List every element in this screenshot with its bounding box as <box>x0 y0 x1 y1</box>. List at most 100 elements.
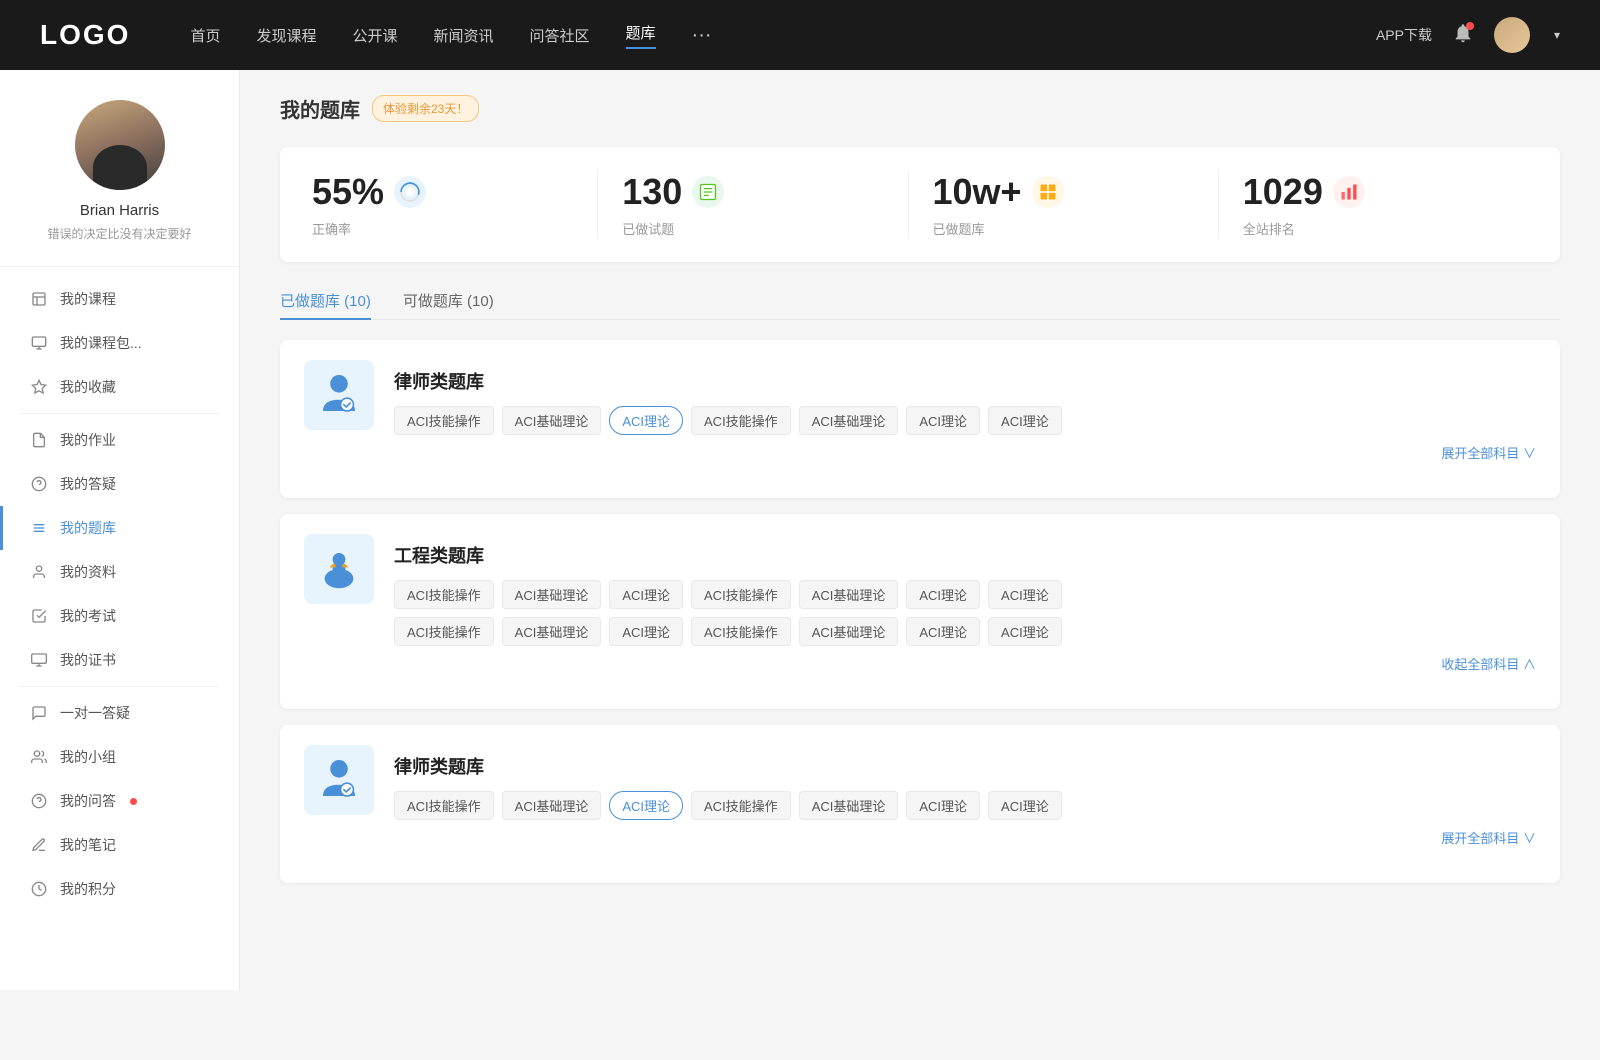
tab-done-banks[interactable]: 已做题库 (10) <box>280 282 371 319</box>
sidebar-divider-2 <box>20 686 219 687</box>
tag-lawyer2-1[interactable]: ACI基础理论 <box>502 791 602 820</box>
sidebar-label-cert: 我的证书 <box>60 650 116 670</box>
tag-lawyer-1-5[interactable]: ACI理论 <box>906 406 980 435</box>
sidebar-item-points[interactable]: 我的积分 <box>0 867 239 911</box>
nav-qa[interactable]: 问答社区 <box>530 25 590 46</box>
stats-card: 55% 正确率 130 <box>280 147 1560 262</box>
tag-lawyer-1-3[interactable]: ACI技能操作 <box>691 406 791 435</box>
tags-section-lawyer-1: 律师类题库 ACI技能操作 ACI基础理论 ACI理论 ACI技能操作 ACI基… <box>394 360 1536 462</box>
user-menu-chevron[interactable]: ▾ <box>1554 28 1560 42</box>
tabs-row: 已做题库 (10) 可做题库 (10) <box>280 282 1560 320</box>
tags-section-lawyer-2: 律师类题库 ACI技能操作 ACI基础理论 ACI理论 ACI技能操作 ACI基… <box>394 745 1536 847</box>
sidebar-item-note[interactable]: 我的笔记 <box>0 823 239 867</box>
tag-eng-8[interactable]: ACI基础理论 <box>502 617 602 646</box>
tag-eng-3[interactable]: ACI技能操作 <box>691 580 791 609</box>
star-icon <box>30 378 48 396</box>
stat-done-questions-label: 已做试题 <box>622 219 674 238</box>
collapse-link-engineer[interactable]: 收起全部科目 ∧ <box>394 654 1536 673</box>
sidebar-item-cert[interactable]: 我的证书 <box>0 638 239 682</box>
sidebar-label-course: 我的课程 <box>60 289 116 309</box>
profile-icon <box>30 563 48 581</box>
tag-eng-5[interactable]: ACI理论 <box>906 580 980 609</box>
qa-icon <box>30 792 48 810</box>
tag-lawyer-1-1[interactable]: ACI基础理论 <box>502 406 602 435</box>
sidebar-item-homework[interactable]: 我的作业 <box>0 418 239 462</box>
qbank-card-lawyer-1: 律师类题库 ACI技能操作 ACI基础理论 ACI理论 ACI技能操作 ACI基… <box>280 340 1560 498</box>
user-avatar-header[interactable] <box>1494 17 1530 53</box>
stat-done-banks-label: 已做题库 <box>933 219 985 238</box>
stat-done-banks-number: 10w+ <box>933 171 1022 213</box>
points-icon <box>30 880 48 898</box>
tag-lawyer-1-6[interactable]: ACI理论 <box>988 406 1062 435</box>
tag-lawyer-1-2[interactable]: ACI理论 <box>609 406 683 435</box>
qbank-header-engineer: 工程类题库 ACI技能操作 ACI基础理论 ACI理论 ACI技能操作 ACI基… <box>304 534 1536 673</box>
nav-open-course[interactable]: 公开课 <box>352 25 397 46</box>
stat-done-banks-top: 10w+ <box>933 171 1064 213</box>
tag-eng-13[interactable]: ACI理论 <box>988 617 1062 646</box>
tag-eng-0[interactable]: ACI技能操作 <box>394 580 494 609</box>
sidebar-item-package[interactable]: 我的课程包... <box>0 321 239 365</box>
sidebar-item-bank[interactable]: 我的题库 <box>0 506 239 550</box>
page-layout: Brian Harris 错误的决定比没有决定要好 我的课程 我的课程包... <box>0 70 1600 990</box>
nav-home[interactable]: 首页 <box>190 25 220 46</box>
tag-lawyer2-6[interactable]: ACI理论 <box>988 791 1062 820</box>
qa-notification-dot <box>130 798 137 805</box>
sidebar-item-exam[interactable]: 我的考试 <box>0 594 239 638</box>
nav: 首页 发现课程 公开课 新闻资讯 问答社区 题库 ··· <box>190 22 1376 49</box>
sidebar-item-oneone[interactable]: 一对一答疑 <box>0 691 239 735</box>
sidebar-item-course[interactable]: 我的课程 <box>0 277 239 321</box>
sidebar-label-qa: 我的问答 <box>60 791 116 811</box>
sidebar-item-profile[interactable]: 我的资料 <box>0 550 239 594</box>
tag-lawyer-1-4[interactable]: ACI基础理论 <box>799 406 899 435</box>
grid-icon <box>1038 182 1058 202</box>
notification-bell[interactable] <box>1452 22 1474 49</box>
tag-lawyer2-5[interactable]: ACI理论 <box>906 791 980 820</box>
nav-discover[interactable]: 发现课程 <box>256 25 316 46</box>
tag-eng-7[interactable]: ACI技能操作 <box>394 617 494 646</box>
tag-eng-9[interactable]: ACI理论 <box>609 617 683 646</box>
nav-more[interactable]: ··· <box>692 24 712 47</box>
sidebar-item-group[interactable]: 我的小组 <box>0 735 239 779</box>
exam-icon <box>30 607 48 625</box>
ranking-icon-wrap <box>1333 176 1365 208</box>
tag-lawyer2-2[interactable]: ACI理论 <box>609 791 683 820</box>
app-download-button[interactable]: APP下载 <box>1376 25 1432 45</box>
tab-available-banks[interactable]: 可做题库 (10) <box>403 282 494 319</box>
sidebar-item-favorites[interactable]: 我的收藏 <box>0 365 239 409</box>
user-motto: 错误的决定比没有决定要好 <box>47 225 191 242</box>
notification-dot <box>1466 22 1474 30</box>
tags-row-engineer-2: ACI技能操作 ACI基础理论 ACI理论 ACI技能操作 ACI基础理论 AC… <box>394 617 1536 646</box>
tag-lawyer2-0[interactable]: ACI技能操作 <box>394 791 494 820</box>
page-title: 我的题库 <box>280 94 360 123</box>
sidebar-label-oneone: 一对一答疑 <box>60 703 130 723</box>
tag-lawyer-1-0[interactable]: ACI技能操作 <box>394 406 494 435</box>
sidebar-label-exam: 我的考试 <box>60 606 116 626</box>
tag-lawyer2-4[interactable]: ACI基础理论 <box>799 791 899 820</box>
tag-lawyer2-3[interactable]: ACI技能操作 <box>691 791 791 820</box>
tag-eng-2[interactable]: ACI理论 <box>609 580 683 609</box>
tag-eng-10[interactable]: ACI技能操作 <box>691 617 791 646</box>
tags-row-lawyer-1: ACI技能操作 ACI基础理论 ACI理论 ACI技能操作 ACI基础理论 AC… <box>394 406 1536 435</box>
logo: LOGO <box>40 19 130 51</box>
sidebar-item-question[interactable]: 我的答疑 <box>0 462 239 506</box>
list-check-icon <box>698 182 718 202</box>
tag-eng-12[interactable]: ACI理论 <box>906 617 980 646</box>
cert-icon <box>30 651 48 669</box>
qbank-title-engineer: 工程类题库 <box>394 542 1536 568</box>
tag-eng-11[interactable]: ACI基础理论 <box>799 617 899 646</box>
sidebar-label-bank: 我的题库 <box>60 518 116 538</box>
stat-ranking-label: 全站排名 <box>1243 219 1295 238</box>
questions-icon-wrap <box>692 176 724 208</box>
nav-bank[interactable]: 题库 <box>626 22 656 49</box>
expand-link-lawyer-1[interactable]: 展开全部科目 ∨ <box>394 443 1536 462</box>
nav-news[interactable]: 新闻资讯 <box>434 25 494 46</box>
stat-accuracy-label: 正确率 <box>312 219 351 238</box>
stat-done-questions-top: 130 <box>622 171 724 213</box>
sidebar-label-favorites: 我的收藏 <box>60 377 116 397</box>
oneone-icon <box>30 704 48 722</box>
tag-eng-6[interactable]: ACI理论 <box>988 580 1062 609</box>
expand-link-lawyer-2[interactable]: 展开全部科目 ∨ <box>394 828 1536 847</box>
tag-eng-1[interactable]: ACI基础理论 <box>502 580 602 609</box>
sidebar-item-qa[interactable]: 我的问答 <box>0 779 239 823</box>
tag-eng-4[interactable]: ACI基础理论 <box>799 580 899 609</box>
